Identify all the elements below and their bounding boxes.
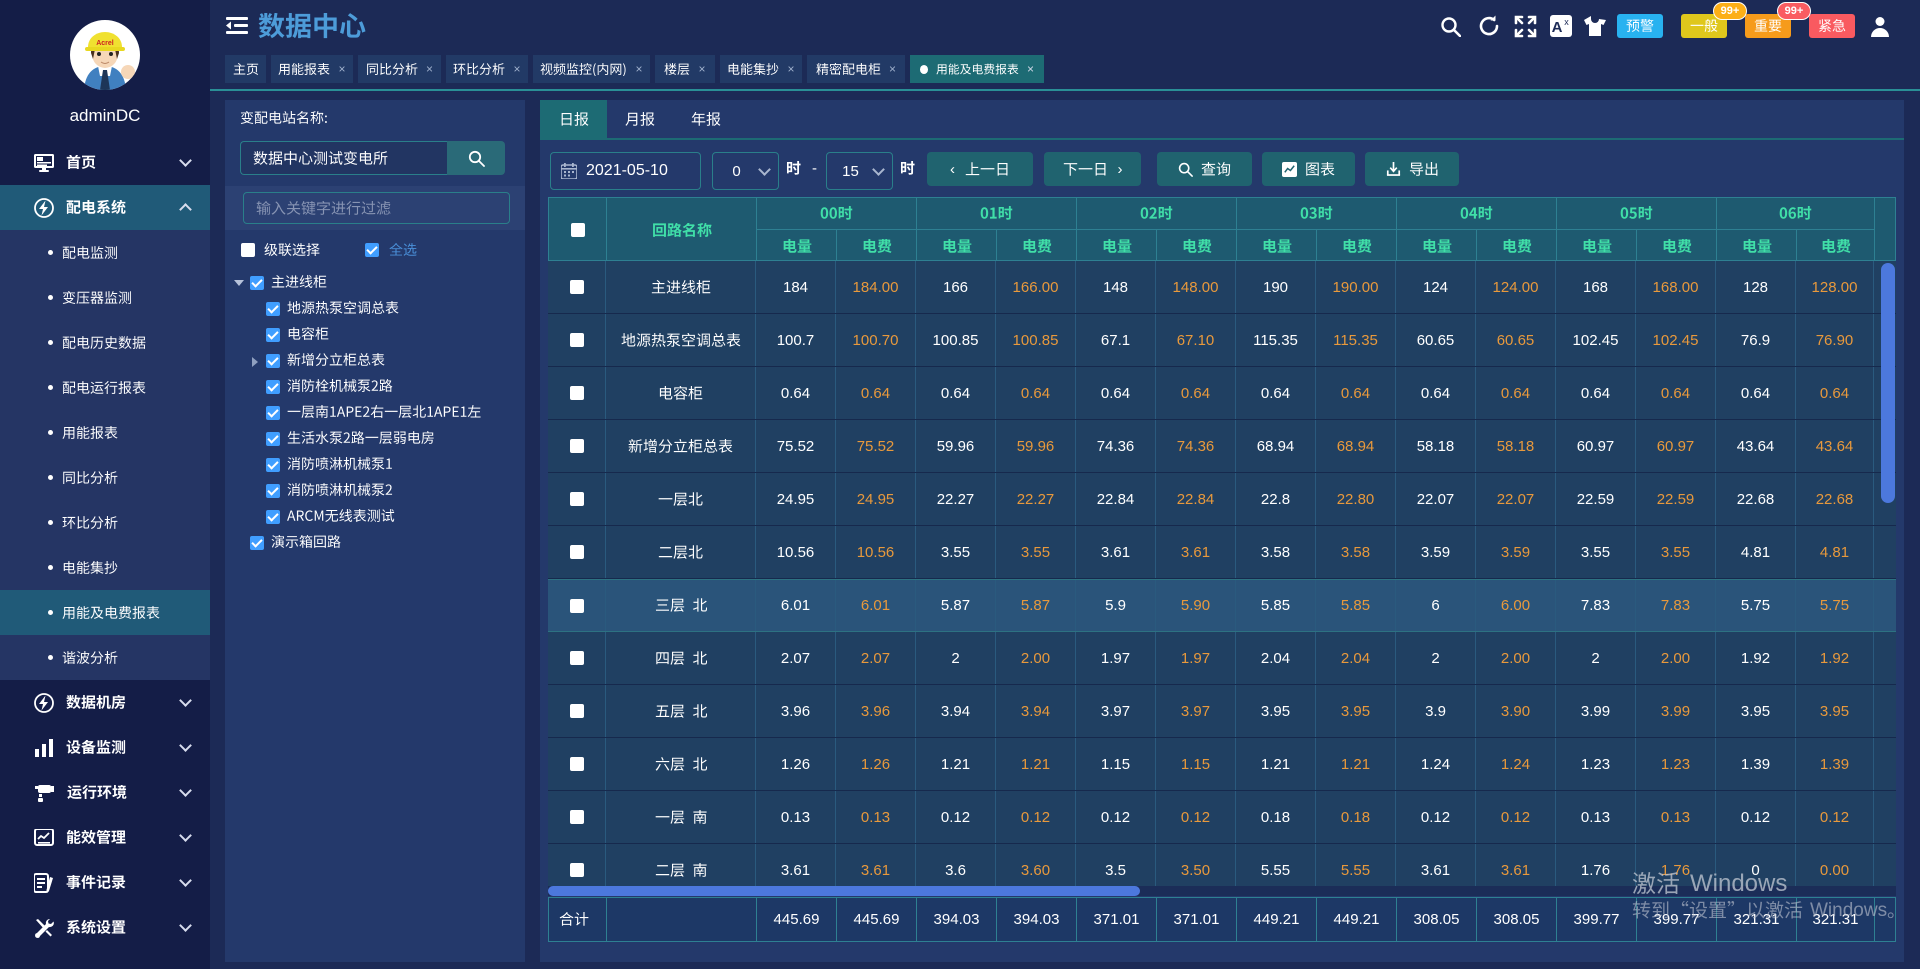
- svg-text:A: A: [1552, 19, 1563, 36]
- svg-text:x: x: [1564, 17, 1569, 27]
- svg-text:Acrel: Acrel: [96, 40, 114, 47]
